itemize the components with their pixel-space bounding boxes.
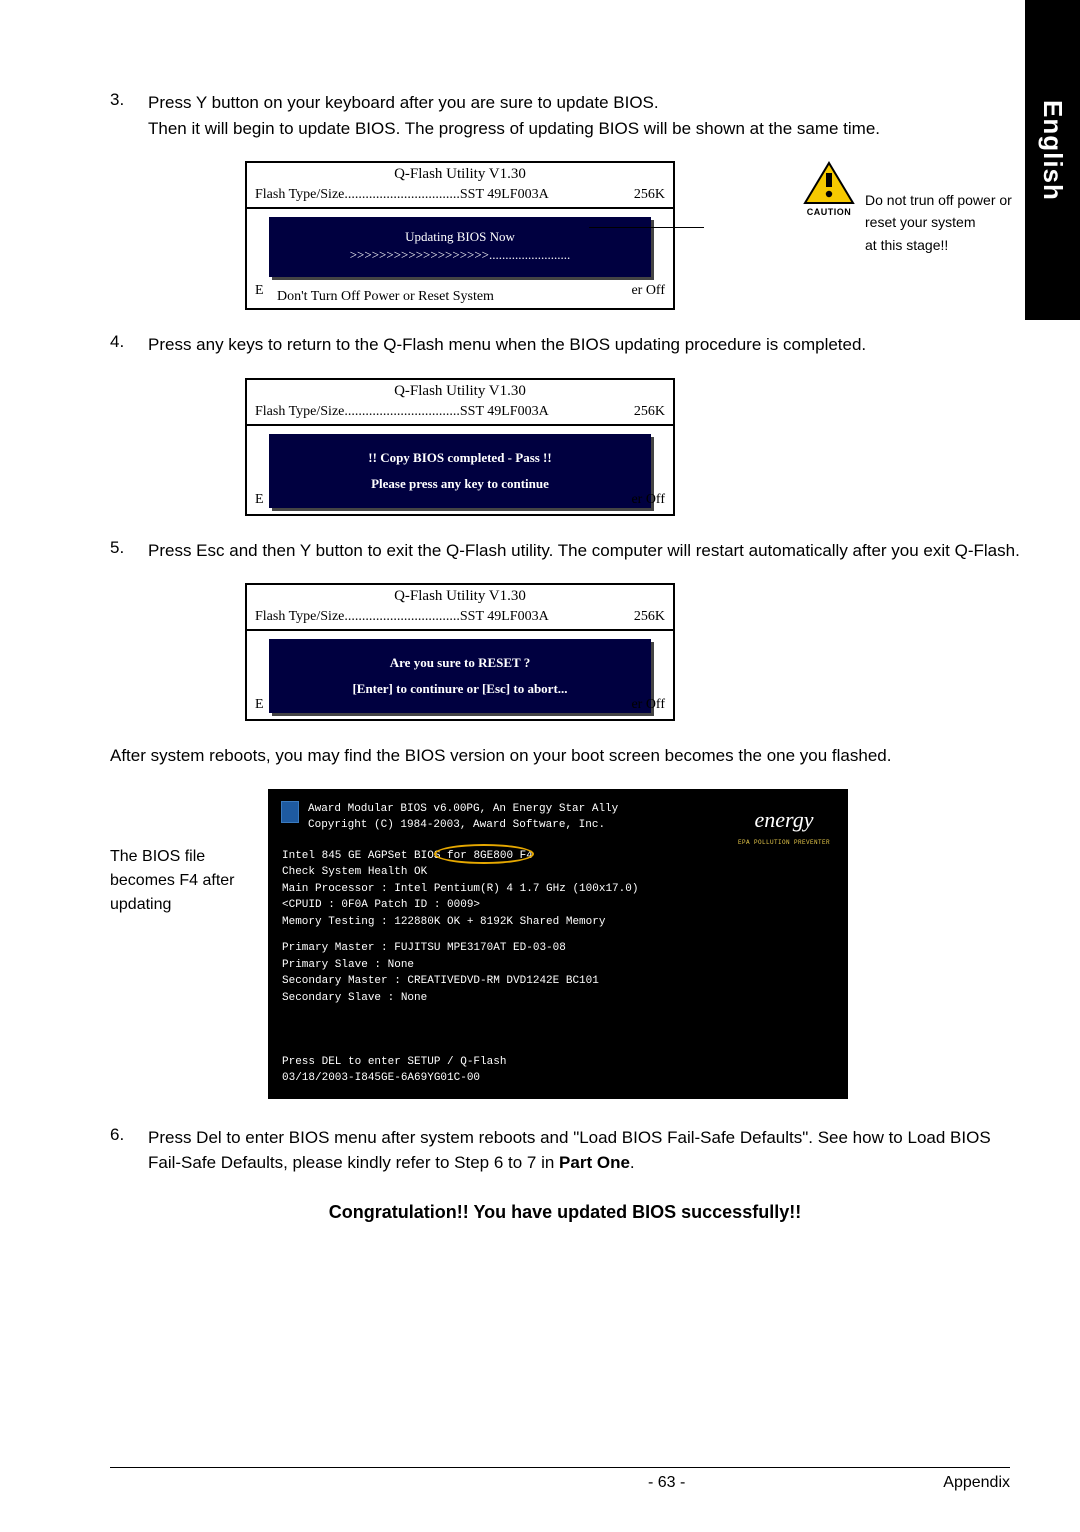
caution-sign: CAUTION <box>799 161 859 217</box>
footer-off: er Off <box>631 283 665 299</box>
qflash-box-3: Q-Flash Utility V1.30 Flash Type/Size...… <box>245 583 675 721</box>
boot-l10: Secondary Master : CREATIVEDVD-RM DVD124… <box>282 973 834 990</box>
flash-size: 256K <box>634 609 665 625</box>
boot-label: The BIOS file becomes F4 after updating <box>110 845 260 917</box>
congratulation-text: Congratulation!! You have updated BIOS s… <box>110 1202 1020 1223</box>
step-number: 5. <box>110 538 148 564</box>
flash-type: Flash Type/Size.........................… <box>255 187 549 203</box>
boot-l13: 03/18/2003-I845GE-6A69YG01C-00 <box>282 1070 506 1087</box>
footer-off: er Off <box>631 492 665 508</box>
step-3: 3. Press Y button on your keyboard after… <box>110 90 1020 141</box>
boot-l8: Primary Master : FUJITSU MPE3170AT ED-03… <box>282 940 834 957</box>
updating-dialog: Updating BIOS Now >>>>>>>>>>>>>>>>>>>...… <box>269 217 651 277</box>
qflash-title: Q-Flash Utility V1.30 <box>247 380 673 403</box>
flash-type: Flash Type/Size.........................… <box>255 609 549 625</box>
flash-size: 256K <box>634 404 665 420</box>
flash-type: Flash Type/Size.........................… <box>255 404 549 420</box>
dialog-progress: >>>>>>>>>>>>>>>>>>>.....................… <box>277 247 643 263</box>
qflash-title: Q-Flash Utility V1.30 <box>247 585 673 608</box>
step-text: Press Y button on your keyboard after yo… <box>148 90 880 141</box>
caution-l3: at this stage!! <box>865 234 1012 256</box>
step-6: 6. Press Del to enter BIOS menu after sy… <box>110 1125 1020 1176</box>
energy-star-logo: energy EPA POLLUTION PREVENTER <box>738 803 830 847</box>
caution-label: CAUTION <box>799 207 859 217</box>
qflash-title: Q-Flash Utility V1.30 <box>247 163 673 186</box>
caution-callout: CAUTION Do not trun off power or reset y… <box>799 161 1012 256</box>
boot-l7: Memory Testing : 122880K OK + 8192K Shar… <box>282 914 834 931</box>
footer-e: E <box>255 697 264 713</box>
footer-off: er Off <box>631 697 665 713</box>
language-label: English <box>1037 100 1068 201</box>
flash-size: 256K <box>634 187 665 203</box>
step-6-text: Press Del to enter BIOS menu after syste… <box>148 1125 1020 1176</box>
section-name: Appendix <box>943 1474 1010 1492</box>
footer-e: E <box>255 283 264 299</box>
boot-l9: Primary Slave : None <box>282 957 834 974</box>
connector-line <box>589 227 704 228</box>
boot-screen: energy EPA POLLUTION PREVENTER Award Mod… <box>268 789 848 1099</box>
page-number: - 63 - <box>648 1474 685 1492</box>
footer-warning: Don't Turn Off Power or Reset System <box>277 289 494 305</box>
bios-chip-icon <box>281 801 299 823</box>
step-4: 4. Press any keys to return to the Q-Fla… <box>110 332 1020 358</box>
dialog-continue: Please press any key to continue <box>277 476 643 492</box>
after-reboot-text: After system reboots, you may find the B… <box>110 743 1020 769</box>
step-3-line1: Press Y button on your keyboard after yo… <box>148 93 659 112</box>
step-5-text: Press Esc and then Y button to exit the … <box>148 538 1020 564</box>
boot-l6: <CPUID : 0F0A Patch ID : 0009> <box>282 897 834 914</box>
bios-version-highlight <box>434 844 534 864</box>
step3-figure-wrap: Q-Flash Utility V1.30 Flash Type/Size...… <box>110 161 1020 310</box>
boot-l12: Press DEL to enter SETUP / Q-Flash <box>282 1054 506 1071</box>
boot-l11: Secondary Slave : None <box>282 990 834 1007</box>
page-content: 3. Press Y button on your keyboard after… <box>0 0 1080 1253</box>
energy-sub: EPA POLLUTION PREVENTER <box>738 838 830 847</box>
page-footer: - 63 - Appendix <box>110 1467 1010 1492</box>
qflash-box-1: Q-Flash Utility V1.30 Flash Type/Size...… <box>245 161 675 310</box>
step-4-text: Press any keys to return to the Q-Flash … <box>148 332 866 358</box>
dialog-reset-hint: [Enter] to continure or [Esc] to abort..… <box>277 681 643 697</box>
boot-l3a: Intel 845 GE AGPSet BIOS <box>282 850 440 862</box>
caution-note: Do not trun off power or reset your syst… <box>865 189 1012 256</box>
boot-l5: Main Processor : Intel Pentium(R) 4 1.7 … <box>282 881 834 898</box>
dialog-reset-q: Are you sure to RESET ? <box>277 655 643 671</box>
step-number: 4. <box>110 332 148 358</box>
caution-icon <box>803 161 855 205</box>
dialog-line: Updating BIOS Now <box>277 229 643 245</box>
qflash-box-2: Q-Flash Utility V1.30 Flash Type/Size...… <box>245 378 675 516</box>
step-number: 6. <box>110 1125 148 1176</box>
step-3-line2: Then it will begin to update BIOS. The p… <box>148 119 880 138</box>
dialog-pass: !! Copy BIOS completed - Pass !! <box>277 450 643 466</box>
caution-l1: Do not trun off power or <box>865 189 1012 211</box>
caution-l2: reset your system <box>865 211 1012 233</box>
boot-screen-wrap: The BIOS file becomes F4 after updating … <box>110 789 1020 1099</box>
step-number: 3. <box>110 90 148 141</box>
step-5: 5. Press Esc and then Y button to exit t… <box>110 538 1020 564</box>
energy-text: energy <box>738 803 830 836</box>
footer-e: E <box>255 492 264 508</box>
language-sidebar: English <box>1025 0 1080 320</box>
boot-l4: Check System Health OK <box>282 864 834 881</box>
